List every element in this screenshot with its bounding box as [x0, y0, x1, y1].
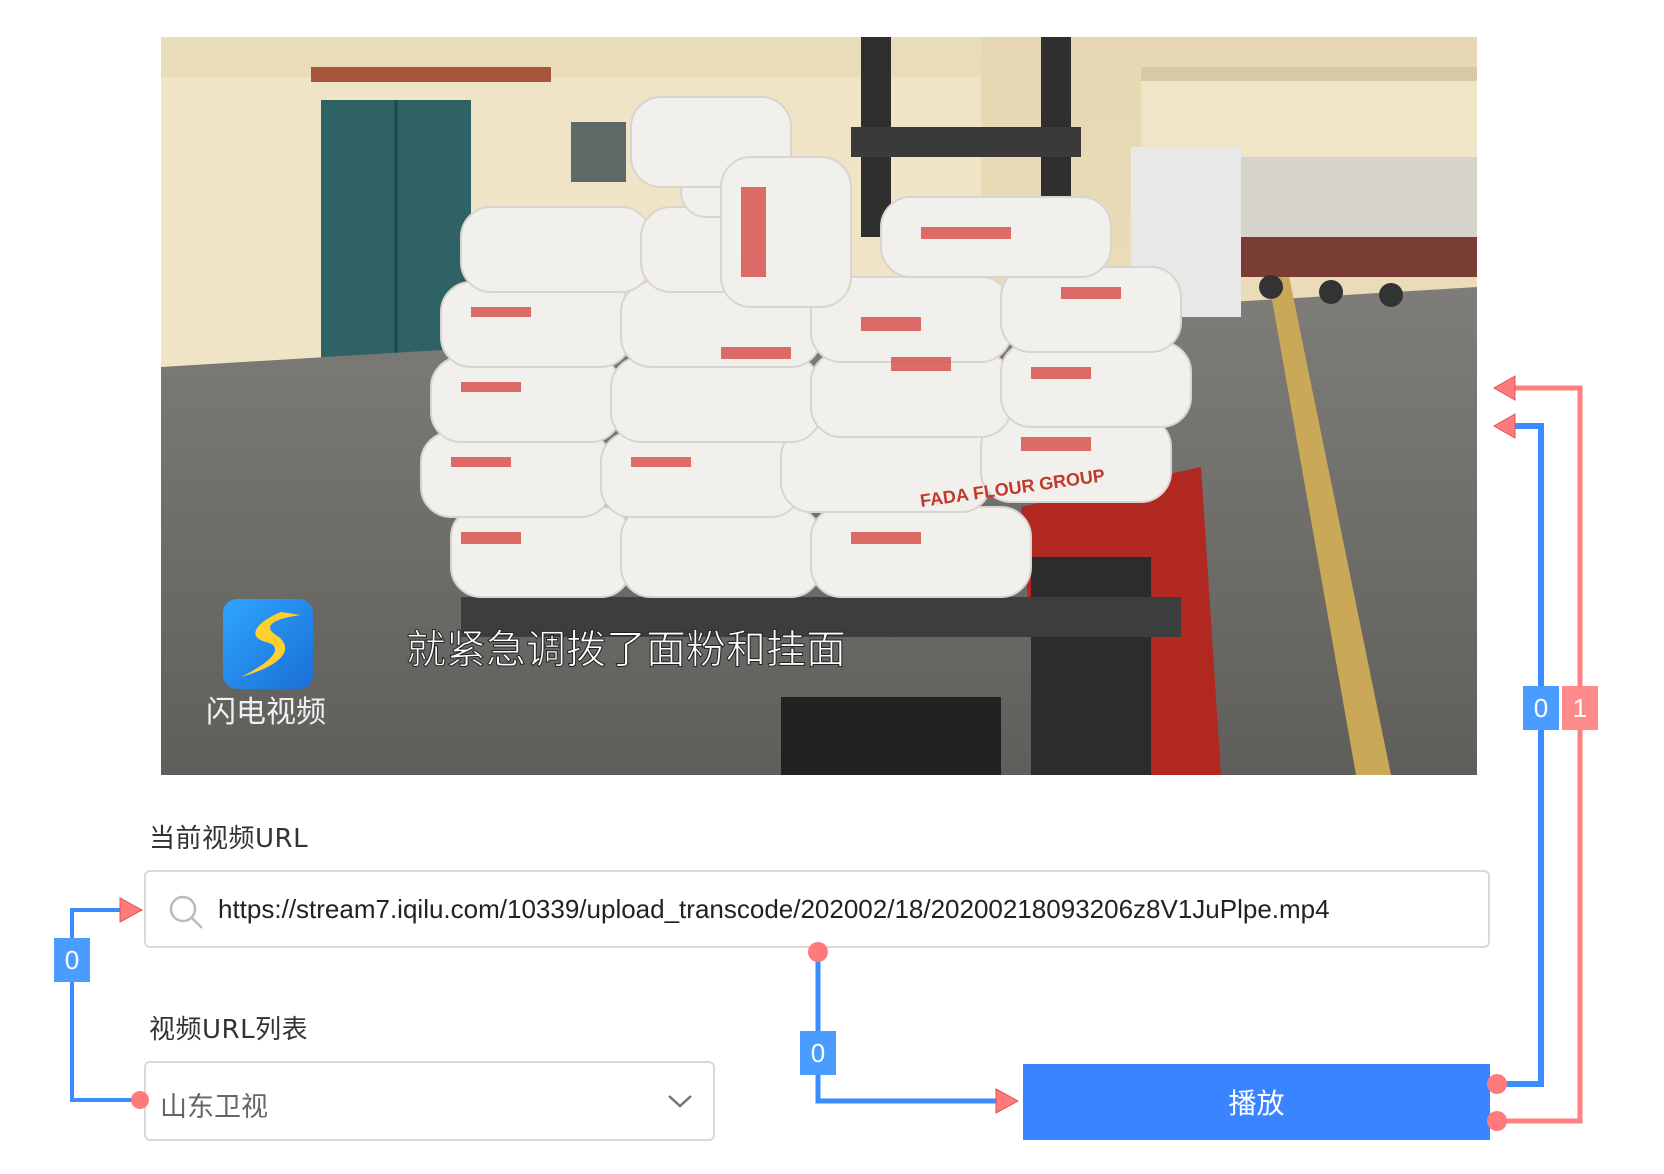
- wire-url-to-play: [815, 950, 998, 1104]
- video-player[interactable]: FADA FLOUR GROUP 闪电视频 就紧急调拨了面粉和挂面: [161, 37, 1477, 775]
- connection-index-badge: 0: [800, 1031, 836, 1075]
- input-port-arrow: [1492, 375, 1516, 401]
- wire-play-to-video-0: [1495, 423, 1544, 1087]
- current-url-label: 当前视频URL: [149, 824, 309, 854]
- play-button[interactable]: 播放: [1023, 1064, 1490, 1140]
- selected-channel: 山东卫视: [160, 1092, 268, 1123]
- video-subtitle: 就紧急调拨了面粉和挂面: [406, 627, 846, 673]
- connection-index-badge: 0: [1523, 686, 1559, 730]
- search-icon: [169, 895, 203, 929]
- url-list-label: 视频URL列表: [149, 1015, 309, 1045]
- input-port-arrow: [995, 1088, 1020, 1114]
- flash-video-logo: [223, 599, 313, 689]
- url-list-select[interactable]: 山东卫视: [144, 1061, 715, 1141]
- input-port-arrow: [1492, 413, 1516, 439]
- url-input[interactable]: [218, 884, 1478, 934]
- input-port-arrow: [119, 897, 144, 923]
- output-port-dot: [1487, 1111, 1507, 1131]
- url-field[interactable]: [144, 870, 1490, 948]
- video-frame-image: FADA FLOUR GROUP 闪电视频 就紧急调拨了面粉和挂面: [161, 37, 1477, 775]
- output-port-dot: [1487, 1074, 1507, 1094]
- connection-index-badge: 1: [1562, 686, 1598, 730]
- chevron-down-icon: [668, 1095, 692, 1108]
- wire-play-to-video-1: [1495, 385, 1583, 1124]
- logo-text: 闪电视频: [206, 695, 326, 730]
- connection-index-badge: 0: [54, 938, 90, 982]
